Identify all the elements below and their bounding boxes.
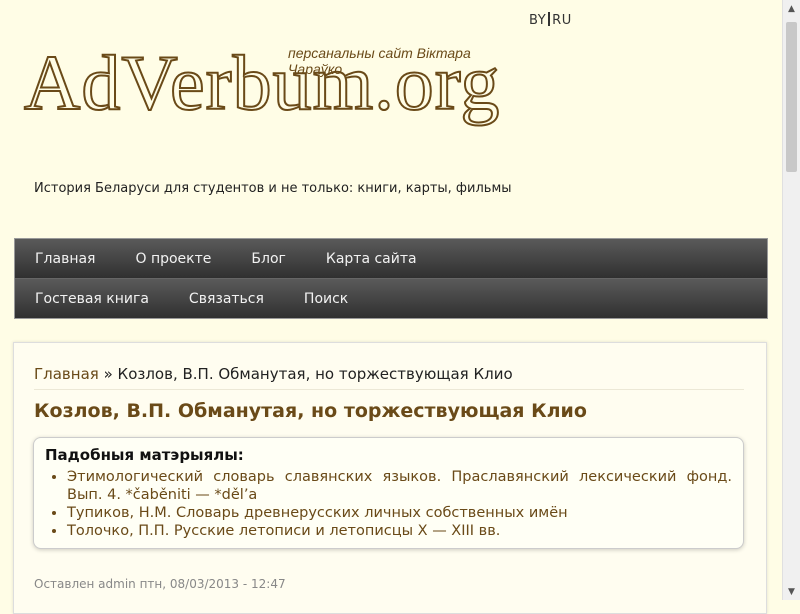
breadcrumb-divider xyxy=(34,389,744,390)
scroll-thumb[interactable] xyxy=(786,22,797,172)
page-title: Козлов, В.П. Обманутая, но торжествующая… xyxy=(34,400,587,422)
vertical-scrollbar[interactable]: ▲ ▼ xyxy=(782,0,800,600)
breadcrumb-home-link[interactable]: Главная xyxy=(34,365,99,383)
language-switcher: BY RU xyxy=(529,12,572,28)
related-item-link[interactable]: Тупиков, Н.М. Словарь древнерусских личн… xyxy=(67,504,732,522)
site-logo[interactable]: AdVerbum.org персанальны сайт Віктара Ча… xyxy=(20,40,520,140)
arrow-up-icon[interactable]: ▲ xyxy=(783,0,800,17)
main-navigation: Главная О проекте Блог Карта сайта Госте… xyxy=(14,238,768,319)
related-item-link[interactable]: Толочко, П.П. Русские летописи и летопис… xyxy=(67,522,732,540)
nav-item-search[interactable]: Поиск xyxy=(284,291,368,307)
logo-tagline: персанальны сайт Віктара Чараўко xyxy=(288,45,471,77)
main-content: Главная » Козлов, В.П. Обманутая, но тор… xyxy=(13,342,767,614)
related-materials-box: Падобныя матэрыялы: Этимологический слов… xyxy=(33,437,744,549)
breadcrumb-separator: » xyxy=(103,365,113,383)
breadcrumb-current: Козлов, В.П. Обманутая, но торжествующая… xyxy=(117,365,513,383)
nav-item-sitemap[interactable]: Карта сайта xyxy=(306,251,437,267)
nav-item-blog[interactable]: Блог xyxy=(231,251,305,267)
nav-row-2: Гостевая книга Связаться Поиск xyxy=(15,278,767,318)
nav-item-home[interactable]: Главная xyxy=(15,251,115,267)
arrow-down-icon[interactable]: ▼ xyxy=(783,583,800,600)
nav-item-guestbook[interactable]: Гостевая книга xyxy=(15,291,169,307)
nav-item-contact[interactable]: Связаться xyxy=(169,291,284,307)
post-meta: Оставлен admin птн, 08/03/2013 - 12:47 xyxy=(34,577,286,591)
breadcrumb: Главная » Козлов, В.П. Обманутая, но тор… xyxy=(34,365,513,383)
related-heading: Падобныя матэрыялы: xyxy=(45,446,244,464)
lang-by-link[interactable]: BY xyxy=(529,13,546,28)
nav-row-1: Главная О проекте Блог Карта сайта xyxy=(15,239,767,278)
related-item-link[interactable]: Этимологический словарь славянских языко… xyxy=(67,468,732,504)
related-list: Этимологический словарь славянских языко… xyxy=(45,468,732,540)
lang-separator xyxy=(548,12,551,26)
nav-item-about[interactable]: О проекте xyxy=(115,251,231,267)
lang-ru-link[interactable]: RU xyxy=(552,13,572,28)
site-subtitle: История Беларуси для студентов и не толь… xyxy=(34,181,512,196)
